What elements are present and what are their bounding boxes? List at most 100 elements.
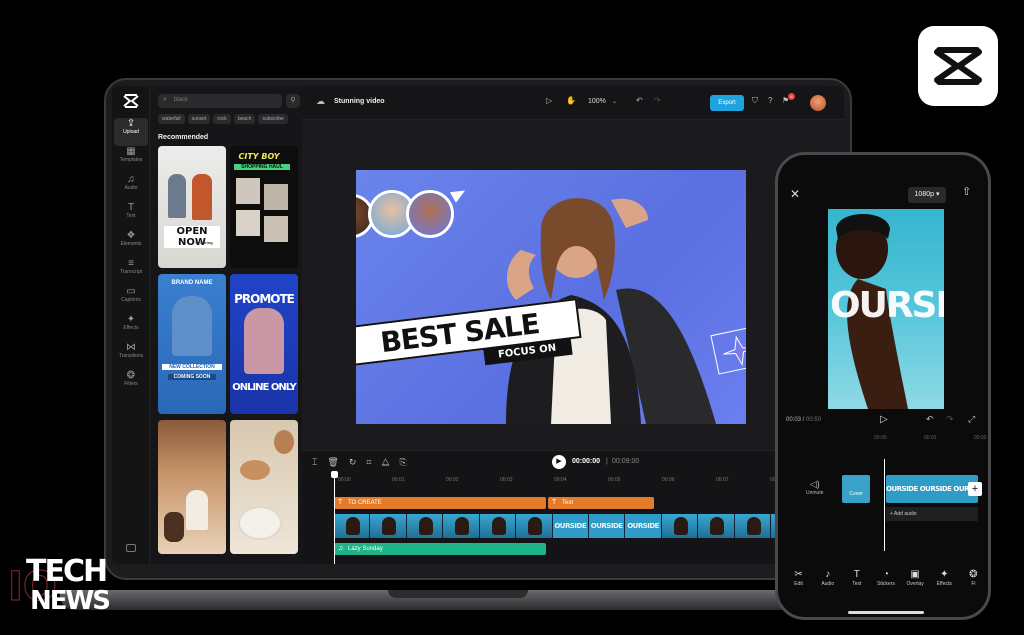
add-audio-button[interactable]: + Add audio (886, 507, 978, 521)
zoom-level[interactable]: 100% (588, 98, 606, 105)
video-frame (443, 514, 480, 538)
cloud-icon[interactable]: ☁ (316, 96, 325, 107)
upload-icon[interactable]: ⇧ (962, 185, 971, 198)
select-tool-icon[interactable]: ▷ (546, 96, 552, 105)
mobile-tool-text[interactable]: T Text (842, 569, 871, 587)
mobile-playhead[interactable] (884, 459, 885, 551)
mobile-tool-audio[interactable]: ♪ Audio (813, 569, 842, 587)
template-tile-open-now[interactable]: OPEN NOW In Spring (158, 146, 226, 268)
search-input[interactable]: ⌕ black (158, 94, 282, 108)
rail-item-transcript[interactable]: ≡ Transcript (114, 258, 148, 286)
photo-cell (264, 184, 288, 210)
rail-item-text[interactable]: T Text (114, 202, 148, 230)
rail-item-filters[interactable]: ❂ Filters (114, 370, 148, 398)
mobile-tool-edit[interactable]: ✂ Edit (784, 569, 813, 587)
undo-icon[interactable]: ↶ (636, 96, 643, 105)
laptop-notch (388, 590, 528, 598)
overlay-icon: ▣ (910, 569, 920, 580)
rail-item-templates[interactable]: ▦ Templates (114, 146, 148, 174)
mobile-tool-overlay[interactable]: ▣ Overlay (901, 569, 930, 587)
video-frame (334, 514, 371, 538)
model-figure (192, 174, 212, 220)
current-time: 00:00:00 (572, 458, 601, 465)
template-tile-interior[interactable] (158, 420, 226, 554)
mobile-tool-label: Audio (821, 581, 835, 587)
redo-icon[interactable]: ↷ (654, 96, 661, 105)
playhead[interactable] (331, 471, 338, 564)
unmute-button[interactable]: ◁) Unmute (806, 479, 824, 496)
audio-clip[interactable]: ♫ Lazy Sunday (334, 543, 546, 555)
tile-title: CITY BOY (238, 152, 280, 161)
rail-item-captions[interactable]: ▭ Captions (114, 286, 148, 314)
rail-item-transitions[interactable]: ⋈ Transitions (114, 342, 148, 370)
crop-icon[interactable]: ⌗ (366, 457, 371, 468)
mobile-tool-label: Effects (936, 581, 952, 587)
chevron-down-icon[interactable]: ⌄ (612, 98, 617, 105)
text-icon: T (552, 499, 557, 506)
rail-item-upload[interactable]: ⇪ Upload (114, 118, 148, 146)
undo-icon[interactable]: ↶ (926, 414, 934, 425)
help-icon[interactable]: ? (768, 96, 772, 105)
mobile-tool-stickers[interactable]: ◔ Stickers (871, 569, 900, 587)
template-tile-promote[interactable]: PROMOTE ONLINE ONLY (230, 274, 298, 414)
play-button[interactable]: ▶ (552, 455, 566, 469)
loop-icon[interactable]: ↻ (349, 457, 357, 468)
captions-icon[interactable]: ⎘ (400, 457, 407, 468)
mobile-time: 00:03 / 00:50 (786, 417, 822, 423)
music-icon: ♫ (338, 545, 344, 552)
hand-tool-icon[interactable]: ✋ (566, 96, 576, 105)
chip-tag[interactable]: rock (213, 114, 231, 124)
delete-icon[interactable]: 🗑 (327, 457, 338, 468)
rail-item-elements[interactable]: ❖ Elements (114, 230, 148, 258)
template-tile-food[interactable] (230, 420, 298, 554)
export-button[interactable]: Export (710, 95, 744, 111)
template-tile-brand-name[interactable]: BRAND NAME NEW COLLECTION COMING SOON (158, 274, 226, 414)
chip-tag[interactable]: subscribe (258, 114, 288, 124)
filter-icon[interactable]: ⚲ (286, 94, 300, 108)
ruler-tick: 00:07 (716, 477, 729, 483)
plate-item (238, 506, 282, 540)
mobile-preview[interactable]: OURSI (828, 209, 944, 409)
mobile-tool-fi[interactable]: ❂ Fi (959, 569, 988, 587)
video-frame (698, 514, 735, 538)
template-tile-city-boy[interactable]: CITY BOY SHOPPING HAUL (230, 146, 298, 268)
ruler-tick: 00:04 (554, 477, 567, 483)
rail-item-label: Transcript (119, 269, 143, 275)
split-icon[interactable]: ⌶ (312, 457, 317, 468)
video-frame (516, 514, 553, 538)
mirror-icon[interactable]: ⧋ (381, 457, 389, 468)
rail-item-effects[interactable]: ✦ Effects (114, 314, 148, 342)
close-icon[interactable]: ✕ (790, 187, 800, 201)
text-clip[interactable]: T Text (548, 497, 654, 509)
resolution-select[interactable]: 1080p ▾ (908, 187, 946, 203)
artboard[interactable]: BEST SALE FOCUS ON (356, 170, 746, 424)
chip-tag[interactable]: waterfall (158, 114, 185, 124)
video-frame (479, 514, 517, 538)
desktop-editor: ⇪ Upload ▦ Templates ♫ Audio T Text ❖ Elements ≡ Tr… (112, 86, 844, 564)
text-clip[interactable]: T TO CREATE (334, 497, 546, 509)
tile-subtitle: In Spring (195, 240, 213, 245)
sticker-icon: ◔ (882, 569, 890, 580)
mobile-tool-effects[interactable]: ✦ Effects (930, 569, 959, 587)
add-clip-button[interactable]: + (968, 482, 982, 496)
mobile-toolbar: ✂ Edit ♪ Audio T Text ◔ Stickers ▣ Overlay ✦ Effect… (784, 569, 988, 587)
chip-tag[interactable]: sunset (187, 114, 211, 124)
video-clip[interactable]: OURSIDE OURSIDE OURSIDE (334, 514, 844, 538)
play-icon[interactable]: ▷ (880, 414, 888, 425)
shortcuts-icon[interactable] (126, 544, 136, 552)
avatar[interactable] (810, 95, 826, 111)
redo-icon[interactable]: ↷ (946, 414, 954, 425)
fullscreen-icon[interactable]: ⤢ (968, 414, 975, 425)
chip-tag[interactable]: beach (233, 114, 256, 124)
cover-button[interactable]: Cover (842, 475, 870, 503)
mobile-tool-label: Fi (971, 581, 976, 587)
mobile-editor: ✕ 1080p ▾ ⇧ OURSI 00:03 / 00:50 ▷ ↶ ↷ ⤢ … (775, 152, 991, 620)
shield-icon[interactable]: ⛉ (752, 96, 758, 106)
rail-item-label: Captions (121, 297, 141, 303)
project-title[interactable]: Stunning video (334, 98, 385, 105)
mobile-video-clip[interactable]: OURSIDE OURSIDE OURSIDE (886, 475, 978, 503)
rail-item-audio[interactable]: ♫ Audio (114, 174, 148, 202)
transcript-icon: ≡ (128, 258, 134, 269)
captions-icon: ▭ (126, 286, 136, 297)
tech-news-watermark: IO TECH NEWS (8, 554, 118, 620)
